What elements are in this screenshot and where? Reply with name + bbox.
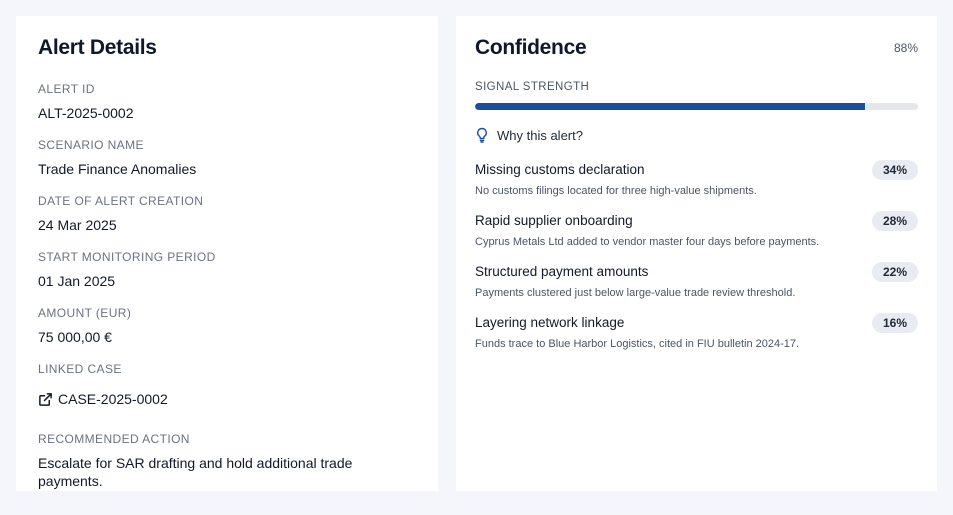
field-value: ALT-2025-0002 — [38, 105, 134, 121]
why-this-alert-toggle[interactable]: Why this alert? — [475, 127, 918, 143]
field-linked-case: LINKED CASE CASE-2025-0002 — [38, 362, 416, 408]
linked-case-text: CASE-2025-0002 — [58, 391, 168, 407]
field-recommended-action: RECOMMENDED ACTION Escalate for SAR draf… — [38, 432, 416, 490]
reason-title: Missing customs declaration — [475, 162, 645, 177]
reason-weight-badge: 28% — [872, 211, 918, 231]
alert-fields: ALERT ID ALT-2025-0002 SCENARIO NAME Tra… — [38, 82, 416, 490]
field-start-monitoring-period: START MONITORING PERIOD 01 Jan 2025 — [38, 250, 416, 290]
external-link-icon — [39, 392, 52, 406]
reason-description: No customs filings located for three hig… — [475, 185, 757, 197]
reason-title: Layering network linkage — [475, 315, 625, 330]
field-label: RECOMMENDED ACTION — [38, 432, 190, 446]
field-label: AMOUNT (EUR) — [38, 306, 132, 320]
field-date-of-alert-creation: DATE OF ALERT CREATION 24 Mar 2025 — [38, 194, 416, 234]
field-value: Trade Finance Anomalies — [38, 161, 197, 177]
reason-description: Funds trace to Blue Harbor Logistics, ci… — [475, 338, 800, 350]
reason-list: Missing customs declaration 34% No custo… — [475, 160, 918, 351]
confidence-percent: 88% — [893, 41, 918, 55]
field-label: ALERT ID — [38, 82, 95, 96]
field-value: 75 000,00 € — [38, 329, 112, 345]
why-this-alert-label: Why this alert? — [497, 127, 583, 143]
signal-strength-label: SIGNAL STRENGTH — [475, 81, 590, 93]
alert-details-title: Alert Details — [38, 36, 157, 59]
confidence-title: Confidence — [475, 36, 587, 59]
field-value: Escalate for SAR drafting and hold addit… — [38, 455, 353, 489]
field-value: 01 Jan 2025 — [38, 273, 116, 289]
list-item: Layering network linkage 16% Funds trace… — [475, 313, 918, 351]
reason-weight-badge: 22% — [872, 262, 918, 282]
linked-case-link[interactable]: CASE-2025-0002 — [38, 390, 416, 408]
reason-weight-badge: 16% — [872, 313, 918, 333]
confidence-header: Confidence 88% — [475, 36, 918, 60]
field-label: LINKED CASE — [38, 362, 122, 376]
field-value: 24 Mar 2025 — [38, 217, 117, 233]
field-label: START MONITORING PERIOD — [38, 250, 216, 264]
list-item: Structured payment amounts 22% Payments … — [475, 262, 918, 300]
field-scenario-name: SCENARIO NAME Trade Finance Anomalies — [38, 138, 416, 178]
reason-description: Payments clustered just below large-valu… — [475, 287, 796, 299]
field-alert-id: ALERT ID ALT-2025-0002 — [38, 82, 416, 122]
confidence-card: Confidence 88% SIGNAL STRENGTH Why this … — [456, 16, 937, 491]
list-item: Missing customs declaration 34% No custo… — [475, 160, 918, 198]
reason-weight-badge: 34% — [872, 160, 918, 180]
field-label: DATE OF ALERT CREATION — [38, 194, 204, 208]
reason-description: Cyprus Metals Ltd added to vendor master… — [475, 236, 820, 248]
signal-strength-fill — [475, 103, 865, 110]
lightbulb-icon — [477, 127, 487, 143]
field-amount: AMOUNT (EUR) 75 000,00 € — [38, 306, 416, 346]
signal-strength-bar — [475, 103, 918, 110]
alert-details-card: Alert Details ALERT ID ALT-2025-0002 SCE… — [16, 16, 438, 491]
field-label: SCENARIO NAME — [38, 138, 144, 152]
list-item: Rapid supplier onboarding 28% Cyprus Met… — [475, 211, 918, 249]
reason-title: Structured payment amounts — [475, 264, 649, 279]
reason-title: Rapid supplier onboarding — [475, 213, 633, 228]
